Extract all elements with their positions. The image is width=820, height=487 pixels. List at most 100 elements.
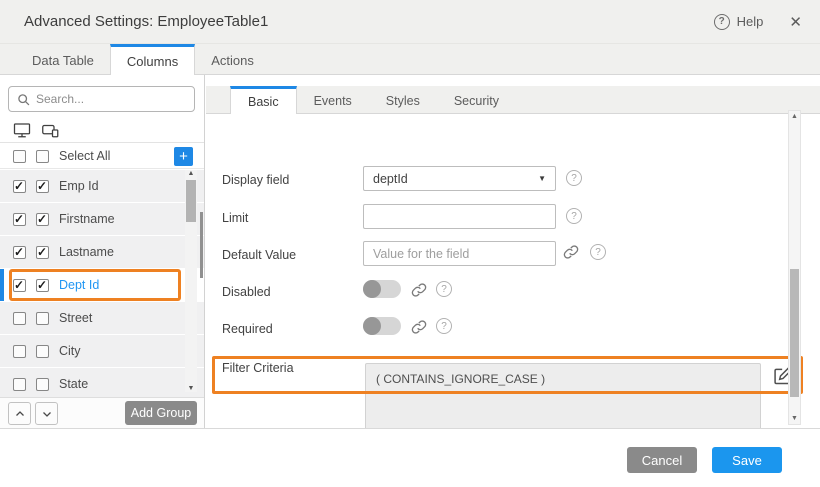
help-icon: ? <box>714 14 730 30</box>
select-all-row[interactable]: Select All + <box>0 144 204 169</box>
search-input[interactable]: Search... <box>8 86 195 112</box>
mobile-devices-icon[interactable] <box>41 121 61 139</box>
link-icon <box>411 319 427 335</box>
column-label: Lastname <box>59 245 114 259</box>
desktop-visibility-checkbox[interactable] <box>13 213 26 226</box>
help-label: Help <box>737 14 764 29</box>
mobile-visibility-checkbox[interactable] <box>36 213 49 226</box>
column-label: Street <box>59 311 92 325</box>
scroll-down-icon[interactable]: ▼ <box>185 385 197 392</box>
select-all-mobile-checkbox[interactable] <box>36 150 49 163</box>
basic-form: Display field deptId ▼ ? Limit ? Default… <box>206 114 820 428</box>
disabled-bind-button[interactable] <box>410 281 428 299</box>
display-field-value: deptId <box>373 172 408 186</box>
tab-columns[interactable]: Columns <box>110 44 195 75</box>
inner-scrollbar-thumb[interactable] <box>200 212 203 278</box>
tab-actions[interactable]: Actions <box>195 44 270 74</box>
list-item[interactable]: Street <box>0 302 204 334</box>
mobile-visibility-checkbox[interactable] <box>36 345 49 358</box>
select-all-label: Select All <box>59 149 110 163</box>
close-icon[interactable]: ✕ <box>789 13 802 31</box>
panel-scrollbar[interactable]: ▲ ▼ <box>788 110 801 425</box>
column-label: Firstname <box>59 212 115 226</box>
save-button[interactable]: Save <box>712 447 782 473</box>
mobile-visibility-checkbox[interactable] <box>36 378 49 391</box>
limit-label: Limit <box>222 211 248 225</box>
tab-styles[interactable]: Styles <box>369 86 437 113</box>
limit-input[interactable] <box>363 204 556 229</box>
add-column-button[interactable]: + <box>174 147 193 166</box>
move-up-button[interactable] <box>8 402 31 425</box>
list-item[interactable]: Emp Id <box>0 170 204 202</box>
desktop-icon[interactable] <box>13 121 31 139</box>
column-label: City <box>59 344 81 358</box>
desktop-visibility-checkbox[interactable] <box>13 246 26 259</box>
disabled-toggle[interactable] <box>363 280 401 298</box>
dialog-body: Search... Select All + Emp Id Firstname La… <box>0 75 820 428</box>
search-placeholder: Search... <box>36 92 84 106</box>
tab-data-table[interactable]: Data Table <box>16 44 110 74</box>
main-tab-bar: Data Table Columns Actions <box>0 44 820 75</box>
toggle-knob <box>363 280 381 298</box>
tab-events[interactable]: Events <box>297 86 369 113</box>
list-item[interactable]: City <box>0 335 204 367</box>
dialog-header: Advanced Settings: EmployeeTable1 ? Help… <box>0 0 820 44</box>
sub-tab-bar: Basic Events Styles Security <box>206 86 820 114</box>
filter-criteria-value: ( CONTAINS_IGNORE_CASE ) <box>376 372 545 386</box>
toggle-knob <box>363 317 381 335</box>
desktop-visibility-checkbox[interactable] <box>13 378 26 391</box>
tab-basic[interactable]: Basic <box>230 86 297 114</box>
desktop-visibility-checkbox[interactable] <box>13 345 26 358</box>
scroll-up-icon[interactable]: ▲ <box>185 170 197 177</box>
panel-scrollbar-thumb[interactable] <box>790 269 799 397</box>
cancel-button[interactable]: Cancel <box>627 447 697 473</box>
columns-sidebar: Search... Select All + Emp Id Firstname La… <box>0 75 205 428</box>
move-down-button[interactable] <box>35 402 58 425</box>
column-label: Dept Id <box>59 278 99 292</box>
desktop-visibility-checkbox[interactable] <box>13 180 26 193</box>
required-label: Required <box>222 322 273 336</box>
mobile-visibility-checkbox[interactable] <box>36 312 49 325</box>
list-item[interactable]: Lastname <box>0 236 204 268</box>
select-all-desktop-checkbox[interactable] <box>13 150 26 163</box>
sidebar-scrollbar-thumb[interactable] <box>186 180 196 222</box>
list-item[interactable]: Firstname <box>0 203 204 235</box>
limit-help-icon[interactable]: ? <box>566 208 582 224</box>
required-toggle[interactable] <box>363 317 401 335</box>
desktop-visibility-checkbox[interactable] <box>13 312 26 325</box>
required-bind-button[interactable] <box>410 318 428 336</box>
disabled-help-icon[interactable]: ? <box>436 281 452 297</box>
display-field-label: Display field <box>222 173 289 187</box>
default-value-label: Default Value <box>222 248 296 262</box>
column-label: Emp Id <box>59 179 99 193</box>
display-field-help-icon[interactable]: ? <box>566 170 582 186</box>
dialog-title: Advanced Settings: EmployeeTable1 <box>24 13 714 30</box>
dropdown-caret-icon: ▼ <box>538 174 546 183</box>
display-field-select[interactable]: deptId ▼ <box>363 166 556 191</box>
add-group-button[interactable]: Add Group <box>125 401 197 425</box>
link-icon <box>563 244 579 260</box>
help-button[interactable]: ? Help <box>714 14 764 30</box>
scroll-down-icon[interactable]: ▼ <box>789 415 800 422</box>
list-item[interactable]: State <box>0 368 204 398</box>
list-item[interactable]: Dept Id <box>0 269 204 301</box>
scroll-up-icon[interactable]: ▲ <box>789 113 800 120</box>
mobile-visibility-checkbox[interactable] <box>36 246 49 259</box>
mobile-visibility-checkbox[interactable] <box>36 279 49 292</box>
column-list: Emp Id Firstname Lastname Dept Id Street City… <box>0 170 204 398</box>
search-icon <box>17 93 30 106</box>
desktop-visibility-checkbox[interactable] <box>13 279 26 292</box>
column-label: State <box>59 377 88 391</box>
advanced-settings-dialog: Advanced Settings: EmployeeTable1 ? Help… <box>0 0 820 487</box>
device-visibility-row <box>0 118 204 143</box>
required-help-icon[interactable]: ? <box>436 318 452 334</box>
filter-criteria-label: Filter Criteria <box>222 361 294 375</box>
default-value-help-icon[interactable]: ? <box>590 244 606 260</box>
tab-security[interactable]: Security <box>437 86 516 113</box>
default-value-input[interactable] <box>363 241 556 266</box>
chevron-up-icon <box>14 408 26 420</box>
disabled-label: Disabled <box>222 285 271 299</box>
sidebar-scrollbar[interactable]: ▲ ▼ <box>185 170 197 392</box>
mobile-visibility-checkbox[interactable] <box>36 180 49 193</box>
default-value-bind-button[interactable] <box>562 243 580 261</box>
